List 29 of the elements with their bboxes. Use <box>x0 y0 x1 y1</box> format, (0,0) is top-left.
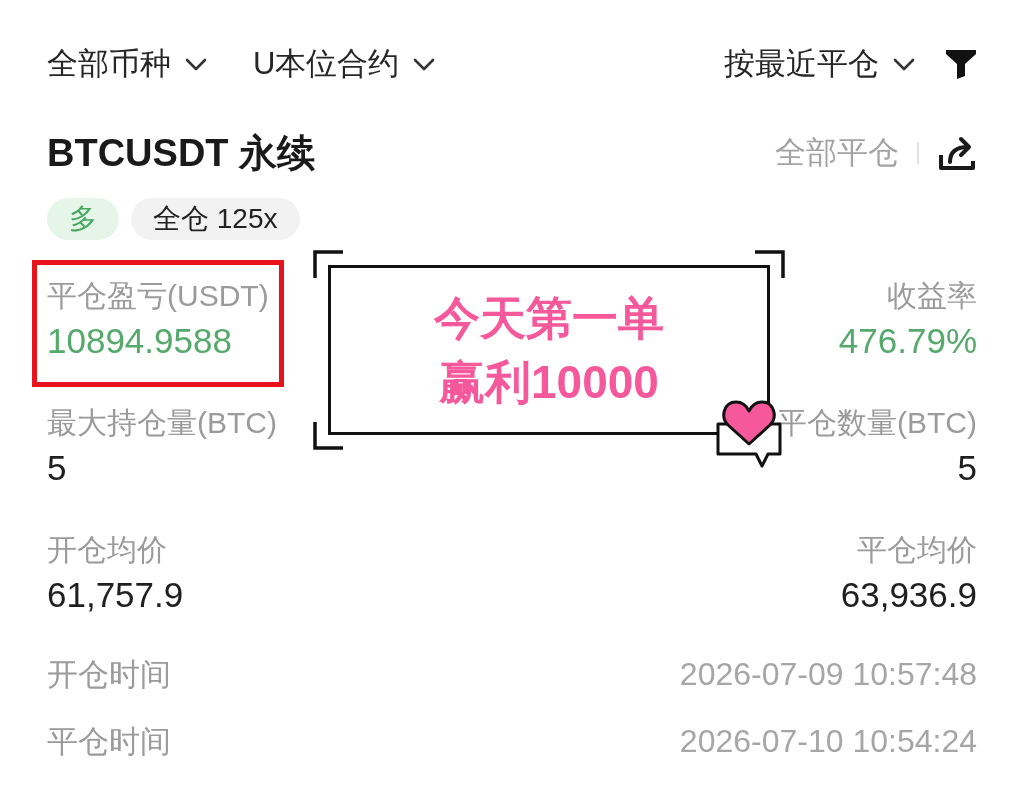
stat-label: 收益率 <box>887 278 977 314</box>
sort-dropdown[interactable]: 按最近平仓 <box>724 43 915 85</box>
filter-icon[interactable] <box>945 49 977 79</box>
chevron-down-icon <box>185 57 207 71</box>
filter-dropdown[interactable]: U本位合约 <box>253 43 436 85</box>
stat-value: 476.79% <box>838 320 977 362</box>
stat-label: 平仓均价 <box>857 532 977 568</box>
stat-value: 5 <box>47 447 67 489</box>
stat-label: 开仓均价 <box>47 532 167 568</box>
stat-value: 63,936.9 <box>840 574 977 616</box>
time-value: 2026-07-10 10:54:24 <box>679 723 977 760</box>
filter-dropdown[interactable]: 全部币种 <box>47 43 207 85</box>
share-icon[interactable] <box>937 135 977 171</box>
chevron-down-icon <box>413 57 436 71</box>
stat-value: 61,757.9 <box>47 574 184 616</box>
sticker-text: 赢利10000 <box>439 355 659 410</box>
time-label: 开仓时间 <box>47 655 171 694</box>
stat-label: 平仓盈亏(USDT) <box>47 278 269 314</box>
sticker-text: 今天第一单 <box>434 291 664 346</box>
stat-value: 10894.9588 <box>47 320 232 362</box>
margin-tag: 全仓 125x <box>131 198 300 240</box>
stat-value: 5 <box>957 447 977 489</box>
stat-label: 平仓数量(BTC) <box>777 405 977 441</box>
side-tag: 多 <box>47 198 119 240</box>
time-value: 2026-07-09 10:57:48 <box>679 656 977 693</box>
position-title: BTCUSDT 永续 <box>47 130 316 176</box>
time-label: 平仓时间 <box>47 722 171 761</box>
stat-label: 最大持仓量(BTC) <box>47 405 277 441</box>
chevron-down-icon <box>893 57 915 71</box>
